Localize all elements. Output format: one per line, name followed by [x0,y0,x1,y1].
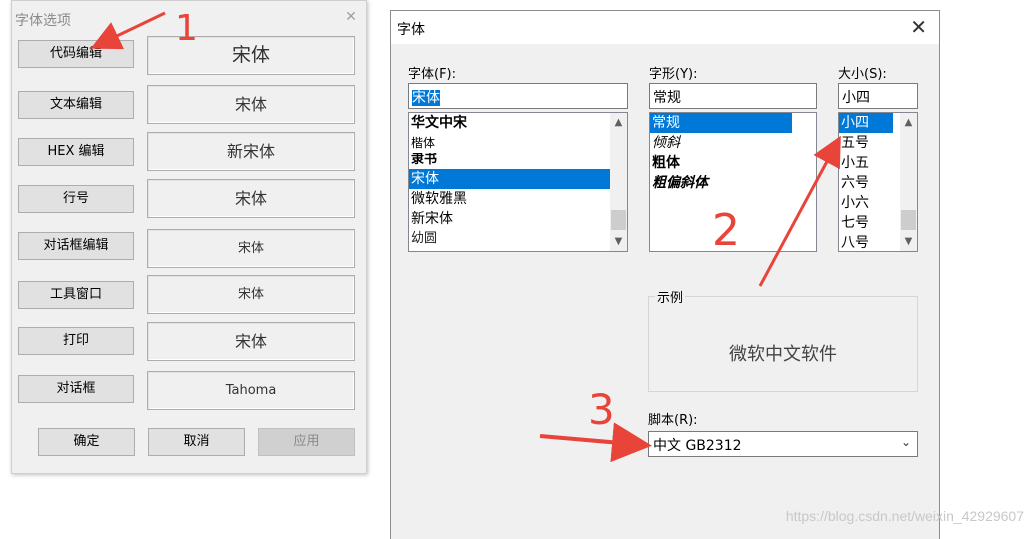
hex-edit-button[interactable]: HEX 编辑 [18,138,134,166]
annotation-number-2: 2 [712,205,740,256]
watermark: https://blog.csdn.net/weixin_42929607 [785,508,1024,524]
text-edit-preview: 宋体 [147,85,355,124]
style-label: 字形(Y): [649,67,698,82]
list-item[interactable]: 倾斜 [650,133,816,153]
chevron-down-icon[interactable]: ▼ [610,233,627,250]
dialog-button[interactable]: 对话框 [18,375,134,403]
list-item[interactable]: 新宋体 [409,209,627,229]
list-item[interactable]: 华文中宋 [409,113,627,133]
font-label: 字体(F): [408,67,457,82]
hex-edit-preview: 新宋体 [147,132,355,171]
list-item[interactable]: 粗偏斜体 [650,173,816,193]
close-button[interactable]: ✕ [340,5,362,29]
line-number-button[interactable]: 行号 [18,185,134,213]
style-input[interactable]: 常规 [649,83,817,109]
line-number-preview: 宋体 [147,179,355,218]
list-item-selected[interactable]: 常规 [650,113,792,133]
size-list-scrollbar[interactable]: ▲ ▼ [900,113,917,251]
close-icon[interactable]: ✕ [910,15,927,39]
script-value: 中文 GB2312 [653,438,742,454]
tool-window-preview: 宋体 [147,275,355,314]
list-item[interactable]: 粗体 [650,153,816,173]
font-options-dialog: 字体选项 ✕ 代码编辑 宋体 文本编辑 宋体 HEX 编辑 新宋体 行号 宋体 … [11,0,367,474]
dialog-edit-button[interactable]: 对话框编辑 [18,232,134,260]
scroll-thumb[interactable] [611,210,626,230]
chevron-down-icon[interactable]: ⌄ [901,435,911,449]
list-item[interactable]: 幼圆 [409,229,627,249]
title-bar [391,11,939,44]
dialog-preview: Tahoma [147,371,355,410]
font-dialog: 字体 ✕ 字体(F): 宋体 华文中宋 楷体 隶书 宋体 微软雅黑 新宋体 幼圆… [390,10,940,539]
sample-group: 示例 微软中文软件 [648,287,918,392]
text-edit-button[interactable]: 文本编辑 [18,91,134,119]
sample-caption: 示例 [655,287,686,306]
list-item[interactable]: 楷体 [409,133,627,153]
dialog-title: 字体选项 [15,13,71,29]
list-item-selected[interactable]: 宋体 [409,169,627,189]
print-preview: 宋体 [147,322,355,361]
chevron-up-icon[interactable]: ▲ [900,114,917,131]
annotation-number-3: 3 [588,385,615,434]
ok-button[interactable]: 确定 [38,428,135,456]
code-edit-button[interactable]: 代码编辑 [18,40,134,68]
list-item[interactable]: 隶书 [409,153,627,169]
dialog-title: 字体 [397,22,425,38]
font-input-value: 宋体 [412,90,440,106]
annotation-number-1: 1 [175,8,198,49]
sample-text: 微软中文软件 [729,344,837,365]
apply-button[interactable]: 应用 [258,428,355,456]
script-select[interactable]: 中文 GB2312 ⌄ [648,431,918,457]
list-item[interactable]: 微软雅黑 [409,189,627,209]
size-label: 大小(S): [838,67,887,82]
script-label: 脚本(R): [648,413,698,428]
tool-window-button[interactable]: 工具窗口 [18,281,134,309]
dialog-edit-preview: 宋体 [147,229,355,268]
scroll-thumb[interactable] [901,210,916,230]
chevron-up-icon[interactable]: ▲ [610,114,627,131]
cancel-button[interactable]: 取消 [148,428,245,456]
chevron-down-icon[interactable]: ▼ [900,233,917,250]
size-input[interactable]: 小四 [838,83,918,109]
font-input[interactable]: 宋体 [408,83,628,109]
font-list-scrollbar[interactable]: ▲ ▼ [610,113,627,251]
list-item-selected[interactable]: 小四 [839,113,893,133]
font-list[interactable]: 华文中宋 楷体 隶书 宋体 微软雅黑 新宋体 幼圆 ▲ ▼ [408,112,628,252]
size-list[interactable]: 小四 五号 小五 六号 小六 七号 八号 ▲ ▼ [838,112,918,252]
print-button[interactable]: 打印 [18,327,134,355]
